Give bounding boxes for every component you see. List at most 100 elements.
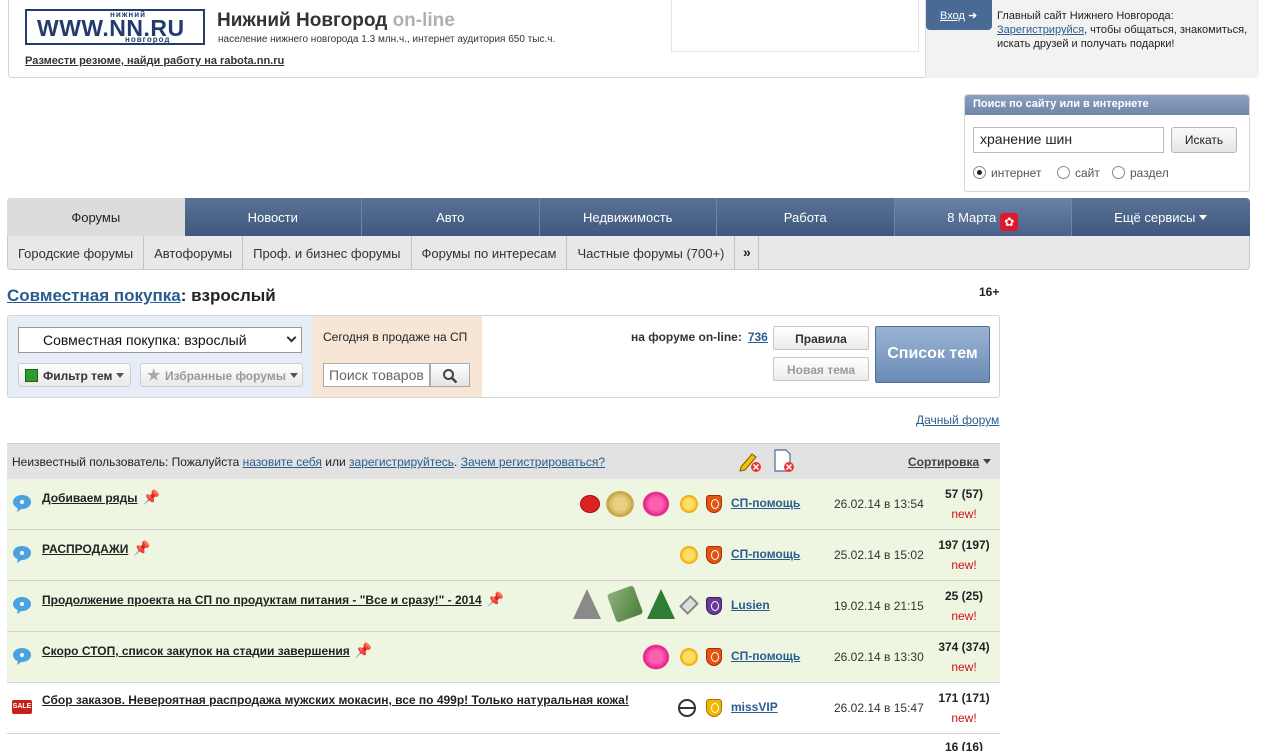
badge-money-icon <box>606 585 644 623</box>
site-subtitle: население нижнего новгорода 1.3 млн.ч., … <box>218 34 556 45</box>
site-logo[interactable]: нижний WWW.NN.RU новгород <box>25 9 205 45</box>
table-row: 16 (16) <box>7 734 1000 751</box>
pin-icon: 📌 <box>142 489 160 505</box>
radio-section[interactable]: раздел <box>1112 166 1169 180</box>
topic-title-link[interactable]: Продолжение проекта на СП по продуктам п… <box>42 591 504 608</box>
register-link[interactable]: Зарегистрируйся <box>997 24 1084 36</box>
badge-tree-gray-icon <box>573 589 601 619</box>
topic-new-badge: new! <box>951 711 977 725</box>
filter-icon <box>25 369 38 382</box>
topic-count: 57 (57) <box>944 487 984 501</box>
radio-site[interactable]: сайт <box>1057 166 1100 180</box>
topic-title-link[interactable]: Сбор заказов. Невероятная распродажа муж… <box>42 693 629 707</box>
nav-jobs[interactable]: Работа <box>717 198 895 236</box>
chevron-down-icon <box>116 373 125 378</box>
badge-shield-icon <box>706 597 722 615</box>
rules-button[interactable]: Правила <box>773 326 869 350</box>
star-icon: ★ <box>147 367 161 384</box>
main-nav: Форумы Новости Авто Недвижимость Работа … <box>7 198 1250 236</box>
sort-button[interactable]: Сортировка <box>908 455 992 469</box>
subnav-city-forums[interactable]: Городские форумы <box>8 236 145 269</box>
subnav-business-forums[interactable]: Проф. и бизнес форумы <box>243 236 412 269</box>
login-text: Главный сайт Нижнего Новгорода: Зарегист… <box>997 9 1257 51</box>
clear-filter-icon[interactable] <box>773 449 795 473</box>
topic-author-link[interactable]: Lusien <box>731 598 770 612</box>
flower-icon: ✿ <box>1000 213 1019 231</box>
table-row: Добиваем ряды 📌 СП-помощь 26.02.14 в 13:5… <box>7 479 1000 530</box>
topic-author-link[interactable]: СП-помощь <box>731 649 800 663</box>
search-header: Поиск по сайту или в интернете <box>965 95 1249 115</box>
ad-banner <box>671 0 919 52</box>
nav-forums[interactable]: Форумы <box>7 198 185 236</box>
badge-opel-icon <box>678 699 696 717</box>
radio-icon <box>973 166 986 179</box>
badge-sun-icon <box>680 495 698 513</box>
age-badge: 16+ <box>979 285 1000 299</box>
sub-nav: Городские форумы Автофорумы Проф. и бизн… <box>7 236 1250 270</box>
nav-more-services[interactable]: Ещё сервисы <box>1072 198 1250 236</box>
badge-shield-icon <box>706 546 722 564</box>
forum-controls: Совместная покупка: взрослый Фильтр тем … <box>7 315 1000 398</box>
topic-title: РАСПРОДАЖИ <box>42 542 129 556</box>
topic-bubble-icon <box>13 495 31 512</box>
topic-title-link[interactable]: РАСПРОДАЖИ 📌 <box>42 540 151 557</box>
login-link[interactable]: назовите себя <box>243 455 322 469</box>
search-panel: Поиск по сайту или в интернете хранение … <box>964 94 1250 192</box>
badge-flowers-icon <box>640 489 672 519</box>
topic-date: 26.02.14 в 13:30 <box>834 650 924 664</box>
nav-news[interactable]: Новости <box>185 198 362 236</box>
filter-topics-button[interactable]: Фильтр тем <box>18 363 131 387</box>
register-link-2[interactable]: зарегистрируйтесь <box>349 455 454 469</box>
badge-tree-icon <box>647 589 675 619</box>
subnav-interest-forums[interactable]: Форумы по интересам <box>412 236 568 269</box>
why-register-link[interactable]: Зачем регистрироваться? <box>461 455 605 469</box>
radio-icon <box>1112 166 1125 179</box>
topic-table-header: Неизвестный пользователь: Пожалуйста наз… <box>7 443 1000 479</box>
topic-bubble-icon <box>13 648 31 665</box>
nav-realty[interactable]: Недвижимость <box>540 198 717 236</box>
subnav-auto-forums[interactable]: Автофорумы <box>144 236 244 269</box>
favorite-forums-button[interactable]: ★ Избранные форумы <box>140 363 303 387</box>
radio-label: раздел <box>1130 166 1169 180</box>
nav-auto[interactable]: Авто <box>362 198 540 236</box>
topic-author-link[interactable]: missVIP <box>731 700 778 714</box>
chevron-down-icon <box>1199 215 1208 220</box>
pin-icon: 📌 <box>133 540 151 556</box>
forum-select-value: Совместная покупка: взрослый <box>43 332 247 348</box>
nav-march8[interactable]: 8 Марта ✿ <box>894 198 1072 236</box>
forum-title-link[interactable]: Совместная покупка <box>7 286 181 305</box>
topic-count: 25 (25) <box>944 589 984 603</box>
topic-title: Добиваем ряды <box>42 491 138 505</box>
goods-search-input[interactable]: Поиск товаров <box>323 363 430 387</box>
topic-date: 26.02.14 в 13:54 <box>834 497 924 511</box>
topic-author-link[interactable]: СП-помощь <box>731 496 800 510</box>
pin-icon: 📌 <box>354 642 373 658</box>
login-button[interactable]: Вход ➜ <box>926 0 992 30</box>
mark-read-pencil-icon[interactable] <box>738 449 762 473</box>
subnav-more-icon[interactable]: » <box>735 236 760 269</box>
topic-list-button[interactable]: Список тем <box>875 326 990 383</box>
dacha-forum-link[interactable]: Дачный форум <box>916 413 999 427</box>
radio-label: сайт <box>1075 166 1100 180</box>
radio-icon <box>1057 166 1070 179</box>
subnav-private-forums[interactable]: Частные форумы (700+) <box>567 236 736 269</box>
forum-select[interactable]: Совместная покупка: взрослый <box>18 327 302 353</box>
goods-search-button[interactable] <box>430 363 470 387</box>
search-input[interactable]: хранение шин <box>973 127 1164 153</box>
radio-internet[interactable]: интернет <box>973 166 1041 180</box>
search-button[interactable]: Искать <box>1171 127 1237 153</box>
badge-renault-icon <box>679 595 699 615</box>
topic-title-link[interactable]: Добиваем ряды 📌 <box>42 489 160 506</box>
topic-bubble-icon <box>13 597 31 614</box>
online-count-link[interactable]: 736 <box>748 330 768 344</box>
new-topic-button[interactable]: Новая тема <box>773 357 869 381</box>
table-row: РАСПРОДАЖИ 📌 СП-помощь 25.02.14 в 15:02 1… <box>7 530 1000 581</box>
topic-author-link[interactable]: СП-помощь <box>731 547 800 561</box>
topic-new-badge: new! <box>951 558 977 572</box>
topic-date: 25.02.14 в 15:02 <box>834 548 924 562</box>
topic-date: 19.02.14 в 21:15 <box>834 599 924 613</box>
site-header: нижний WWW.NN.RU новгород Нижний Новгоро… <box>8 0 1259 78</box>
job-link[interactable]: Размести резюме, найди работу на rabota.… <box>25 55 284 67</box>
login-line1: Главный сайт Нижнего Новгорода: <box>997 10 1174 22</box>
topic-title-link[interactable]: Скоро СТОП, список закупок на стадии зав… <box>42 642 372 659</box>
